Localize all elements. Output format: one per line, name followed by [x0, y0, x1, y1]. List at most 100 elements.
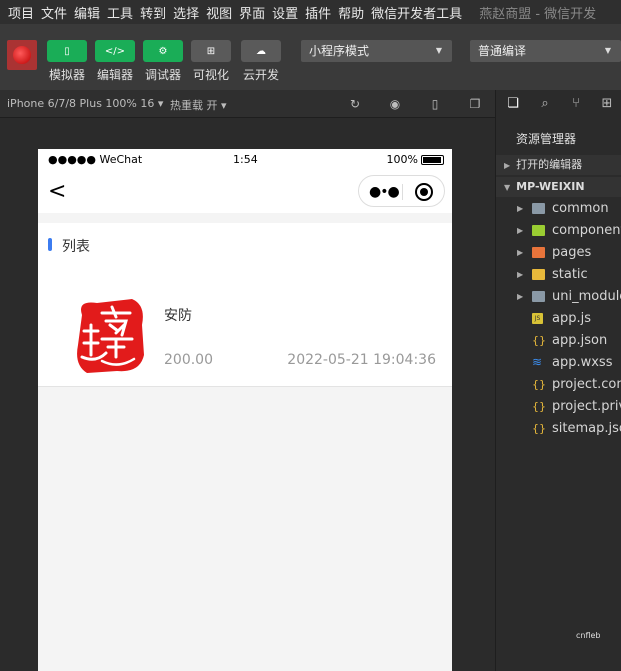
- compile-select-value: 普通编译: [478, 44, 527, 58]
- tree-item-project-config[interactable]: {} project.config.json: [496, 374, 621, 396]
- menu-view[interactable]: 视图: [206, 3, 232, 22]
- simulator-label: 模拟器: [48, 68, 85, 82]
- folder-icon: [532, 203, 545, 214]
- sidebar-activity-bar: ❏ ⌕ ⑂ ⊞: [496, 90, 621, 118]
- refresh-icon[interactable]: ↻: [348, 97, 362, 111]
- tree-item-label: common: [552, 201, 609, 216]
- menu-bar: 项目 文件 编辑 工具 转到 选择 视图 界面 设置 插件 帮助 微信开发者工具…: [0, 0, 621, 24]
- chevron-right-icon: ▶: [517, 292, 524, 301]
- visual-label: 可视化: [192, 68, 229, 82]
- tree-item-app-json[interactable]: {} app.json: [496, 330, 621, 352]
- tree-item-label: app.json: [552, 333, 608, 348]
- window-title: 燕赵商盟 - 微信开发: [479, 6, 597, 22]
- list-title: 列表: [62, 239, 90, 255]
- close-capsule-icon[interactable]: [415, 183, 433, 201]
- device-bar: iPhone 6/7/8 Plus 100% 16 ▾ 热重载 开 ▾ ↻ ◉ …: [0, 90, 495, 118]
- tree-item-label: project.config.json: [552, 377, 621, 392]
- window-icon[interactable]: ❐: [468, 97, 482, 111]
- battery-icon: [421, 155, 444, 165]
- panel-title: 资源管理器: [516, 132, 577, 146]
- tree-item-components[interactable]: ▶ components: [496, 220, 621, 242]
- tree-item-static[interactable]: ▶ static: [496, 264, 621, 286]
- tree-item-pages[interactable]: ▶ pages: [496, 242, 621, 264]
- menu-settings[interactable]: 设置: [272, 3, 298, 22]
- list-card: 列表 安防 200.00 2022-05-21 19:04:36: [38, 223, 452, 387]
- simulator-area: ●●●●● WeChat 1:54 100% < ●•● 列表 安防 200.0: [0, 118, 495, 671]
- folder-icon: [532, 269, 545, 280]
- visual-button[interactable]: ⊞: [191, 40, 231, 62]
- tree-item-app-wxss[interactable]: ≋ app.wxss: [496, 352, 621, 374]
- mini-program-capsule: ●•●: [358, 175, 445, 207]
- debugger-button[interactable]: ⚙: [143, 40, 183, 62]
- menu-tools[interactable]: 工具: [107, 3, 133, 22]
- open-editors-label: 打开的编辑器: [516, 158, 583, 171]
- seal-logo-icon[interactable]: [72, 295, 146, 375]
- device-select[interactable]: iPhone 6/7/8 Plus 100% 16 ▾: [7, 97, 163, 110]
- tree-item-uni-modules[interactable]: ▶ uni_modules: [496, 286, 621, 308]
- avatar[interactable]: [7, 40, 37, 70]
- tree-item-label: components: [552, 223, 621, 238]
- cloud-label: 云开发: [242, 68, 279, 82]
- menu-interface[interactable]: 界面: [239, 3, 265, 22]
- files-icon[interactable]: ❏: [505, 96, 521, 112]
- rose-icon: [13, 46, 31, 64]
- phone-screen: ●●●●● WeChat 1:54 100% < ●•● 列表 安防 200.0: [38, 149, 452, 671]
- more-icon[interactable]: ●•●: [369, 184, 400, 200]
- hot-reload-toggle[interactable]: 热重载 开 ▾: [170, 97, 227, 113]
- debug-icon: ⚙: [158, 45, 168, 57]
- watermark: cnfleb: [576, 631, 601, 640]
- folder-icon: [532, 291, 545, 302]
- editor-label: 编辑器: [96, 68, 133, 82]
- item-name[interactable]: 安防: [164, 305, 192, 325]
- tree-item-sitemap[interactable]: {} sitemap.json: [496, 418, 621, 440]
- cloud-icon: ☁: [256, 45, 266, 57]
- folder-icon: [532, 247, 545, 258]
- compile-select[interactable]: 普通编译 ▼: [470, 40, 621, 62]
- mode-select[interactable]: 小程序模式 ▼: [301, 40, 452, 62]
- back-icon[interactable]: <: [48, 179, 66, 204]
- tree-item-app-js[interactable]: JS app.js: [496, 308, 621, 330]
- menu-plugins[interactable]: 插件: [305, 3, 331, 22]
- tree-item-label: pages: [552, 245, 592, 260]
- menu-devtools[interactable]: 微信开发者工具: [371, 3, 462, 22]
- item-time: 2022-05-21 19:04:36: [287, 352, 436, 368]
- title-accent-bar: [48, 238, 52, 251]
- menu-file[interactable]: 文件: [41, 3, 67, 22]
- tree-item-label: uni_modules: [552, 289, 621, 304]
- cloud-button[interactable]: ☁: [241, 40, 281, 62]
- chevron-right-icon: ▶: [517, 226, 524, 235]
- phone-preview-icon[interactable]: ▯: [428, 97, 442, 111]
- menu-edit[interactable]: 编辑: [74, 3, 100, 22]
- chevron-right-icon: ▶: [504, 161, 511, 170]
- search-icon[interactable]: ⌕: [537, 96, 553, 112]
- menu-help[interactable]: 帮助: [338, 3, 364, 22]
- tree-item-common[interactable]: ▶ common: [496, 198, 621, 220]
- tree-item-project-private-config[interactable]: {} project.private.config.json: [496, 396, 621, 418]
- open-editors-section[interactable]: ▶ 打开的编辑器: [496, 155, 621, 175]
- stop-icon[interactable]: ◉: [388, 97, 402, 111]
- menu-project[interactable]: 项目: [8, 3, 34, 22]
- phone-status-bar: ●●●●● WeChat 1:54 100%: [38, 149, 452, 171]
- editor-button[interactable]: </>: [95, 40, 135, 62]
- mode-select-value: 小程序模式: [309, 44, 370, 58]
- phone-icon: ▯: [64, 45, 70, 57]
- item-price: 200.00: [164, 352, 213, 368]
- simulator-button[interactable]: ▯: [47, 40, 87, 62]
- code-icon: </>: [104, 45, 126, 57]
- layout-icon: ⊞: [206, 45, 216, 57]
- menu-select[interactable]: 选择: [173, 3, 199, 22]
- toolbar: ▯ 模拟器 </> 编辑器 ⚙ 调试器 ⊞ 可视化 ☁ 云开发 小程序模式 ▼ …: [0, 24, 621, 90]
- chevron-right-icon: ▶: [517, 270, 524, 279]
- project-section[interactable]: ▼ MP-WEIXIN: [496, 177, 621, 197]
- chevron-right-icon: ▶: [517, 248, 524, 257]
- status-time: 1:54: [233, 153, 258, 166]
- extensions-icon[interactable]: ⊞: [599, 96, 615, 112]
- tree-item-label: app.wxss: [552, 355, 613, 370]
- chevron-right-icon: ▶: [517, 204, 524, 213]
- js-file-icon: JS: [532, 313, 543, 324]
- phone-nav-bar: < ●•●: [38, 171, 452, 213]
- project-label: MP-WEIXIN: [516, 180, 585, 193]
- source-control-icon[interactable]: ⑂: [568, 96, 584, 112]
- menu-goto[interactable]: 转到: [140, 3, 166, 22]
- tree-item-label: project.private.config.json: [552, 399, 621, 414]
